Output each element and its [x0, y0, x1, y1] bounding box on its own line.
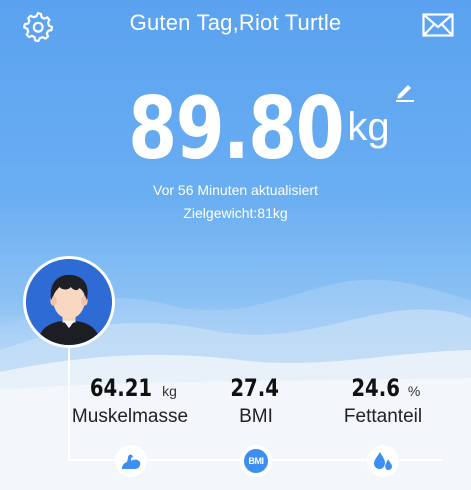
metric-value: 64.21	[89, 374, 153, 402]
last-updated-text: Vor 56 Minuten aktualisiert	[153, 182, 318, 198]
weight-unit: kg	[347, 105, 390, 149]
target-weight-text[interactable]: Zielgewicht:81kg	[0, 205, 471, 221]
arm-muscle-icon	[122, 454, 141, 469]
greeting-text: Guten Tag,Riot Turtle	[129, 10, 342, 35]
user-avatar-icon	[26, 259, 112, 345]
metric-value: 27.4	[230, 374, 279, 402]
metric-muscle-mass[interactable]: 64.21 kg Muskelmasse	[60, 374, 200, 428]
metric-unit: kg	[162, 383, 177, 399]
envelope-icon[interactable]	[422, 13, 454, 37]
fat-badge[interactable]	[367, 445, 399, 477]
muscle-badge[interactable]	[115, 445, 147, 477]
pencil-icon[interactable]	[394, 82, 416, 102]
metric-body-fat[interactable]: 24.6 % Fettanteil	[313, 374, 453, 428]
bmi-badge[interactable]: BMI	[240, 445, 272, 477]
metric-label: Muskelmasse	[71, 406, 189, 427]
metric-label: Fettanteil	[343, 406, 423, 427]
metric-label: BMI	[239, 406, 273, 427]
metric-bmi[interactable]: 27.4 BMI	[186, 374, 326, 428]
metric-value: 24.6	[350, 374, 400, 402]
weight-value: 89.80	[128, 79, 346, 179]
metric-unit: %	[407, 383, 421, 399]
avatar[interactable]	[23, 256, 115, 348]
bmi-icon: BMI	[244, 449, 268, 473]
home-screen: Guten Tag,Riot Turtle 89.80 kg Vor 56 Mi…	[0, 0, 471, 490]
gear-icon[interactable]	[22, 10, 54, 42]
fat-drops-icon	[374, 452, 392, 470]
